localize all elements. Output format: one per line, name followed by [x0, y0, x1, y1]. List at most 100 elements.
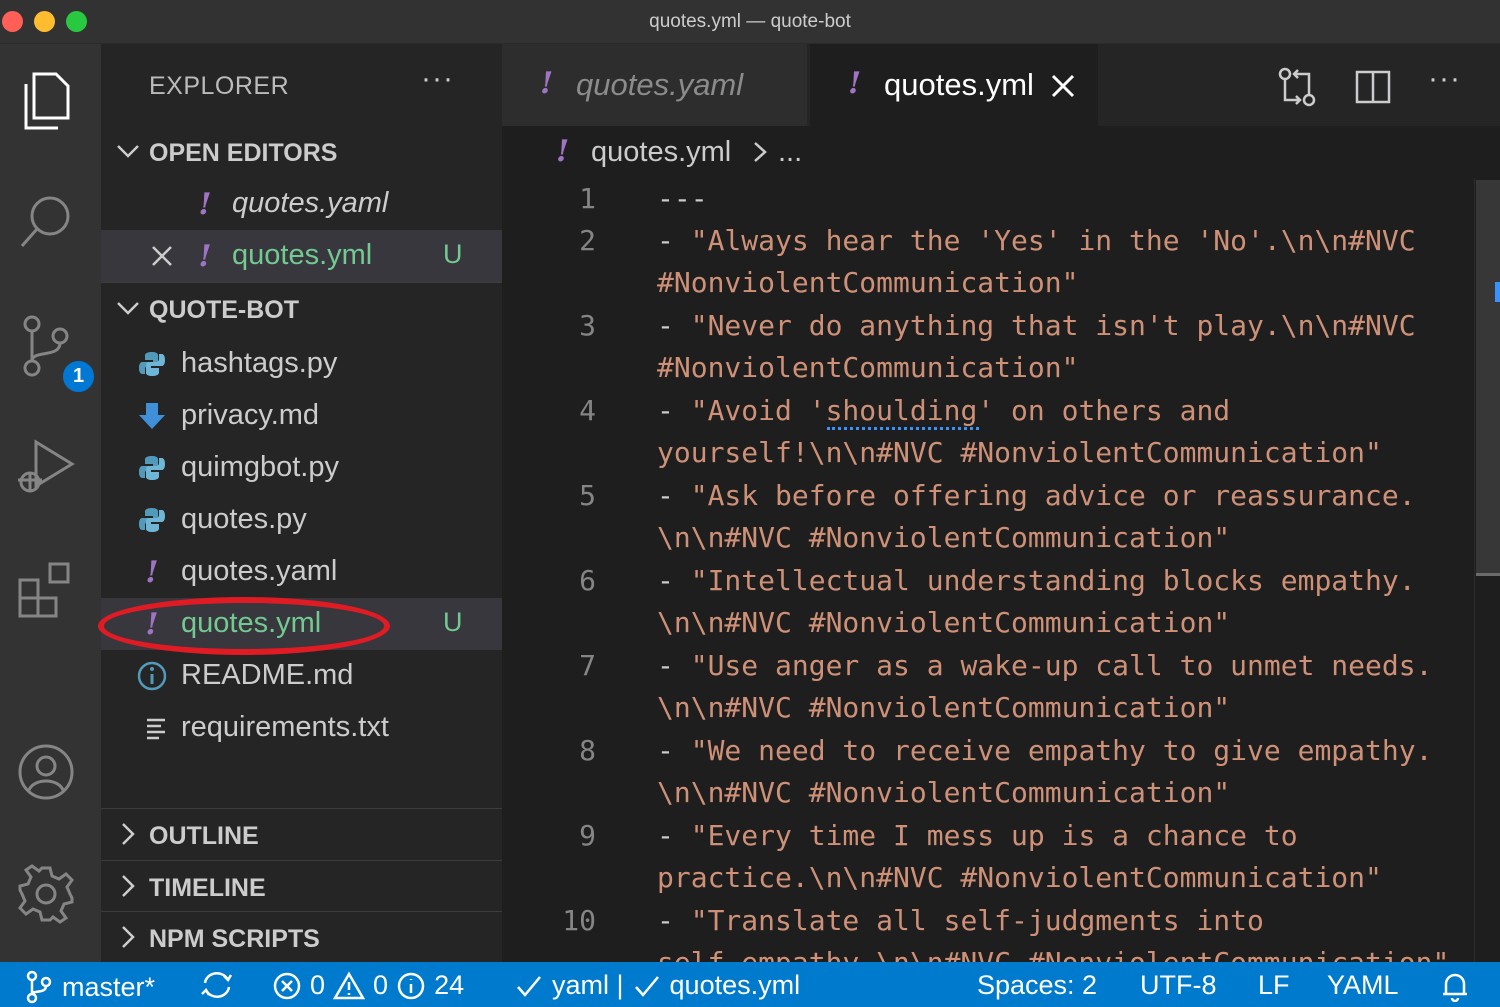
code-line-wrap: \n\n#NVC #NonviolentCommunication" [657, 606, 1231, 639]
explorer-title: EXPLORER [149, 72, 290, 100]
warning-count: 0 [373, 970, 389, 1000]
untracked-status: U [443, 239, 463, 269]
code-line-wrap: \n\n#NVC #NonviolentCommunication" [657, 521, 1231, 554]
file-item[interactable]: README.md [101, 650, 502, 702]
line-number: 1 [579, 182, 596, 215]
line-number: 5 [579, 479, 596, 512]
indentation-status[interactable]: Spaces: 2 [977, 970, 1097, 1001]
settings-gear-icon[interactable] [14, 862, 78, 926]
code-line-wrap: #NonviolentCommunication" [657, 351, 1079, 384]
outline-section[interactable]: OUTLINE [101, 808, 502, 860]
code-line: - "Every time I mess up is a chance to [657, 819, 1298, 852]
python-icon [137, 452, 167, 484]
file-item[interactable]: quotes.py [101, 494, 502, 546]
yaml-icon: ! [145, 554, 159, 590]
code-line: - "Never do anything that isn't play.\n\… [657, 309, 1416, 342]
code-line: - "Intellectual understanding blocks emp… [657, 564, 1416, 597]
code-editor[interactable]: 1 --- 2 - "Always hear the 'Yes' in the … [502, 178, 1474, 962]
line-number: 4 [579, 394, 596, 427]
git-branch-icon [26, 970, 52, 1004]
yaml-icon: ! [198, 186, 212, 222]
python-icon [137, 348, 167, 380]
code-line-wrap: #NonviolentCommunication" [657, 266, 1079, 299]
code-line-wrap: practice.\n\n#NVC #NonviolentCommunicati… [657, 861, 1382, 894]
branch-name: master* [62, 971, 156, 1002]
untracked-status: U [443, 607, 463, 637]
explorer-icon[interactable] [14, 68, 78, 132]
spelling-squiggle [827, 422, 979, 430]
file-item[interactable]: hashtags.py [101, 338, 502, 390]
window-title: quotes.yml — quote-bot [649, 11, 851, 32]
sync-button[interactable] [200, 970, 234, 1000]
file-item[interactable]: quimgbot.py [101, 442, 502, 494]
chevron-right-icon [115, 924, 141, 955]
explorer-sidebar: EXPLORER ··· OPEN EDITORS ! quotes.yaml … [101, 44, 502, 962]
file-item[interactable]: requirements.txt [101, 702, 502, 754]
yaml-check-label: yaml | [552, 970, 624, 1000]
file-name: hashtags.py [181, 347, 338, 379]
check-icon [517, 975, 541, 997]
split-editor-icon[interactable] [1352, 66, 1394, 108]
source-control-icon[interactable]: 1 [14, 314, 97, 395]
language-mode-status[interactable]: YAML [1327, 970, 1399, 1001]
code-line: - "Use anger as a wake-up call to unmet … [657, 649, 1433, 682]
file-name: requirements.txt [181, 711, 389, 743]
problems-status[interactable]: 0 0 24 [272, 970, 464, 1001]
line-number: 6 [579, 564, 596, 597]
tab-label: quotes.yaml [576, 67, 744, 102]
info-count: 24 [434, 970, 465, 1000]
file-item[interactable]: ! quotes.yaml [101, 546, 502, 598]
markdown-icon [137, 400, 167, 432]
code-line-wrap: \n\n#NVC #NonviolentCommunication" [657, 691, 1231, 724]
overview-ruler-marker [1495, 282, 1500, 302]
notifications-bell-icon[interactable] [1440, 970, 1470, 1002]
scrollbar-thumb[interactable] [1476, 180, 1500, 575]
tab-quotes-yml[interactable]: ! quotes.yml [810, 44, 1098, 126]
npm-scripts-label: NPM SCRIPTS [149, 925, 320, 953]
open-editor-item[interactable]: ! quotes.yml U [101, 230, 502, 282]
info-icon [137, 660, 167, 692]
close-tab-icon[interactable] [1048, 71, 1078, 101]
extensions-icon[interactable] [14, 558, 78, 622]
eol-status[interactable]: LF [1258, 970, 1290, 1001]
run-debug-icon[interactable] [14, 436, 78, 500]
file-item[interactable]: privacy.md [101, 390, 502, 442]
explorer-more-button[interactable]: ··· [421, 62, 454, 96]
project-section[interactable]: QUOTE-BOT [101, 282, 502, 334]
file-check-label: quotes.yml [669, 970, 801, 1000]
info-icon [397, 972, 425, 999]
tab-quotes-yaml[interactable]: ! quotes.yaml [502, 44, 808, 126]
breadcrumb-more[interactable]: ... [778, 136, 802, 169]
code-line-wrap: yourself!\n\n#NVC #NonviolentCommunicati… [657, 436, 1382, 469]
open-editor-name: quotes.yml [232, 239, 373, 271]
breadcrumb: ! quotes.yml ... [502, 126, 1500, 178]
encoding-status[interactable]: UTF-8 [1140, 970, 1217, 1001]
code-line: - "Ask before offering advice or reassur… [657, 479, 1416, 512]
yaml-validation-status[interactable]: yaml | quotes.yml [516, 970, 800, 1001]
code-line: - "Translate all self-judgments into [657, 904, 1264, 937]
open-editors-label: OPEN EDITORS [149, 139, 338, 167]
accounts-icon[interactable] [14, 740, 78, 804]
close-editor-icon[interactable] [147, 240, 177, 272]
more-actions-button[interactable]: ··· [1428, 62, 1470, 104]
timeline-label: TIMELINE [149, 874, 266, 902]
highlight-annotation [98, 597, 390, 655]
chevron-right-icon [115, 821, 141, 852]
check-icon [634, 975, 659, 997]
branch-status[interactable]: master* [24, 970, 155, 1004]
activity-bar: 1 [0, 44, 101, 962]
line-number: 8 [579, 734, 596, 767]
explorer-header: EXPLORER ··· [101, 44, 502, 128]
code-line-wrap: self-empathy.\n\n#NVC #NonviolentCommuni… [657, 946, 1449, 962]
chevron-down-icon [115, 138, 141, 169]
error-count: 0 [310, 970, 326, 1000]
open-editor-item[interactable]: ! quotes.yaml [101, 178, 502, 230]
breadcrumb-file[interactable]: quotes.yml [591, 136, 731, 169]
status-bar: master* 0 0 24 yaml | quotes.yml Spaces:… [0, 962, 1500, 1007]
open-changes-icon[interactable] [1276, 66, 1318, 108]
npm-scripts-section[interactable]: NPM SCRIPTS [101, 911, 502, 963]
code-line: - "Always hear the 'Yes' in the 'No'.\n\… [657, 224, 1416, 257]
open-editors-section[interactable]: OPEN EDITORS [101, 126, 502, 178]
search-icon[interactable] [14, 190, 78, 254]
timeline-section[interactable]: TIMELINE [101, 860, 502, 912]
